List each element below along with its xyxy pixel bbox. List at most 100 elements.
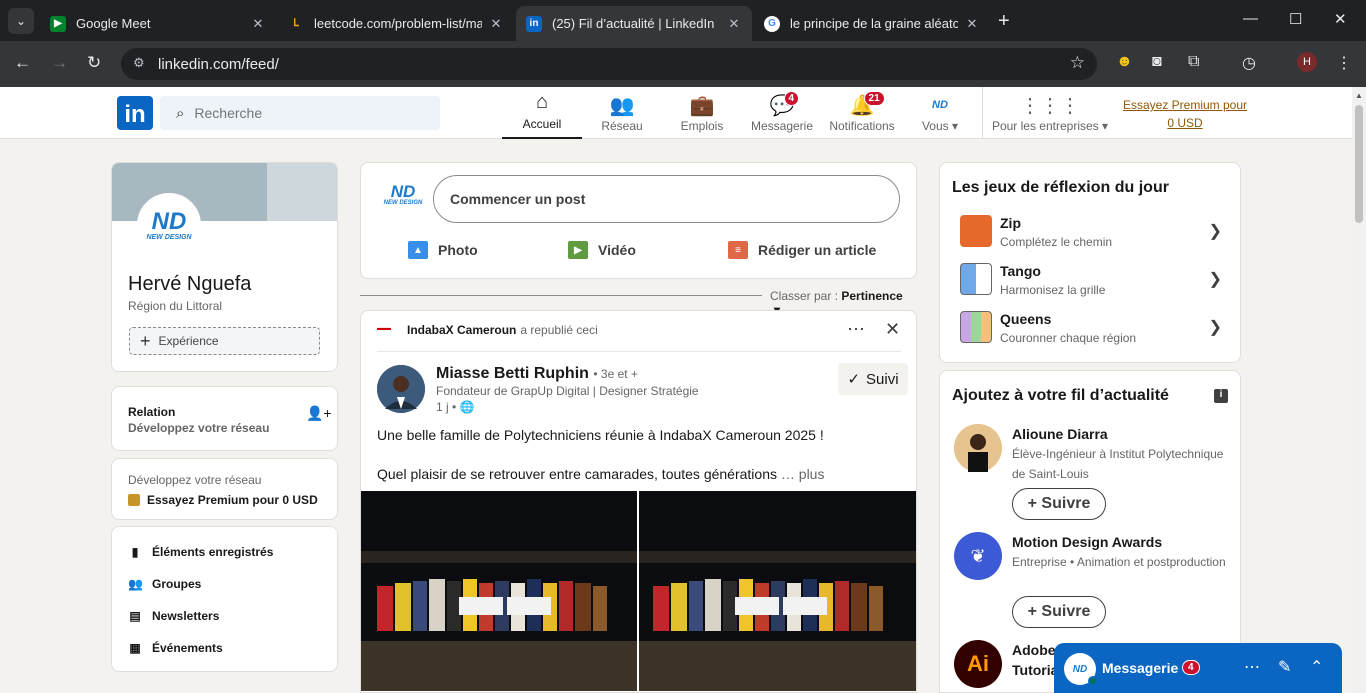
browser-toolbar: ← → ↻ ⚙ linkedin.com/feed/ ☆ ☻ ◙ ⧉ ◷ ⋮ — [0, 41, 1366, 87]
composer-avatar: ND NEW DESIGN — [383, 182, 423, 206]
groups-icon: 👥 — [128, 577, 143, 591]
compose-message-icon[interactable]: ✎ — [1278, 657, 1291, 677]
follow-button[interactable]: + Suivre — [1012, 596, 1106, 628]
chevron-down-icon: ▾ — [1102, 119, 1109, 133]
search-box[interactable]: ⌕ — [160, 96, 440, 130]
photo-button[interactable]: ▲ Photo — [408, 241, 478, 259]
see-more-link[interactable]: … plus — [781, 466, 825, 482]
tab-leetcode[interactable]: ᒪ leetcode.com/problem-list/mat ✕ — [278, 6, 514, 41]
groups-link[interactable]: 👥 Groupes — [128, 577, 201, 591]
start-post-input[interactable]: Commencer un post — [433, 175, 900, 223]
close-tab-icon[interactable]: ✕ — [250, 16, 266, 32]
maximize-icon[interactable]: ☐ — [1289, 10, 1302, 28]
motion-design-awards-logo[interactable]: ❦ — [954, 532, 1002, 580]
suggestion-avatar[interactable] — [954, 424, 1002, 472]
tab-google-meet[interactable]: ▶ Google Meet ✕ — [40, 6, 276, 41]
scrollbar-thumb[interactable] — [1355, 105, 1363, 223]
games-title: Les jeux de réflexion du jour — [952, 179, 1169, 196]
following-button[interactable]: ✓ Suivi — [838, 363, 908, 395]
chevron-right-icon: ❯ — [1208, 223, 1222, 240]
suggestion-name[interactable]: Motion Design Awards — [1012, 534, 1162, 550]
close-window-icon[interactable]: ✕ — [1334, 10, 1347, 28]
post-photo-1[interactable] — [361, 491, 637, 691]
bell-icon: 🔔 21 — [850, 91, 885, 119]
newsletter-icon: ▤ — [129, 609, 141, 623]
nav-me[interactable]: ND Vous ▾ — [902, 87, 978, 139]
nav-messaging[interactable]: 💬 4 Messagerie — [742, 87, 822, 139]
bookmark-star-icon[interactable]: ☆ — [1070, 53, 1085, 73]
relation-card[interactable]: Relation Développez votre réseau 👤+ — [111, 386, 338, 451]
newsletters-link[interactable]: ▤ Newsletters — [128, 609, 219, 623]
add-person-icon[interactable]: 👤+ — [306, 405, 332, 422]
saved-items-link[interactable]: ▮ Éléments enregistrés — [128, 545, 274, 559]
suggestion-name[interactable]: Adobe — [1012, 642, 1056, 658]
nav-home[interactable]: ⌂ Accueil — [502, 87, 582, 139]
tab-search-button[interactable]: ⌄ — [8, 8, 34, 34]
minimize-icon[interactable]: — — [1243, 10, 1258, 27]
tango-icon — [960, 263, 992, 295]
page-scrollbar[interactable]: ▲ — [1352, 87, 1366, 693]
avatar[interactable]: ND NEW DESIGN — [137, 193, 201, 257]
adobe-illustrator-logo[interactable]: Ai — [954, 640, 1002, 688]
video-button[interactable]: ▶ Vidéo — [568, 241, 636, 259]
try-premium-link[interactable]: Essayez Premium pour 0 USD — [1120, 96, 1250, 132]
profile-name[interactable]: Hervé Nguefa — [128, 273, 251, 296]
messaging-icon: 💬 4 — [770, 91, 800, 119]
back-icon[interactable]: ← — [14, 53, 31, 73]
events-link[interactable]: ▦ Événements — [128, 641, 222, 655]
add-experience-button[interactable]: + Expérience — [129, 327, 320, 355]
close-tab-icon[interactable]: ✕ — [964, 16, 980, 32]
write-article-button[interactable]: ≡ Rédiger un article — [728, 241, 876, 259]
site-info-icon[interactable]: ⚙ — [133, 55, 145, 71]
close-tab-icon[interactable]: ✕ — [726, 16, 742, 32]
extensions-puzzle-icon[interactable]: ⧉ — [1188, 53, 1199, 71]
network-icon: 👥 — [609, 95, 635, 117]
nav-jobs[interactable]: 💼 Emplois — [662, 87, 742, 139]
post-composer: ND NEW DESIGN Commencer un post ▲ Photo … — [360, 162, 917, 279]
briefcase-icon: 💼 — [689, 95, 715, 117]
leetcode-icon: ᒪ — [293, 18, 299, 29]
post-photo-2[interactable] — [639, 491, 916, 691]
nav-for-business[interactable]: ⋮⋮⋮ Pour les entreprises ▾ — [986, 87, 1114, 139]
linkedin-icon: in — [526, 15, 542, 32]
new-tab-icon[interactable]: + — [998, 10, 1010, 33]
search-input[interactable] — [194, 105, 395, 121]
chevron-up-icon[interactable]: ⌃ — [1310, 657, 1323, 677]
reload-icon[interactable]: ↻ — [87, 53, 101, 73]
browser-profile-avatar[interactable]: H — [1297, 52, 1317, 72]
forward-icon[interactable]: → — [51, 53, 68, 73]
author-name[interactable]: Miasse Betti Ruphin • 3e et + — [436, 365, 638, 383]
messaging-overlay[interactable]: ND Messagerie 4 ⋯ ✎ ⌃ — [1054, 643, 1342, 693]
game-queens[interactable]: Queens Couronner chaque région ❯ — [960, 309, 1222, 345]
tab-google-search[interactable]: G le principe de la graine aléatoire ✕ — [754, 6, 990, 41]
linkedin-header: in ⌕ ⌂ Accueil 👥 Réseau 💼 Emplois 💬4 Mes… — [0, 87, 1352, 139]
close-icon[interactable]: ✕ — [885, 319, 900, 340]
add-to-feed-title: Ajoutez à votre fil d’actualité — [952, 387, 1169, 404]
browser-menu-icon[interactable]: ⋮ — [1336, 53, 1352, 73]
author-avatar[interactable] — [377, 365, 425, 413]
more-options-icon[interactable]: ⋯ — [847, 319, 865, 340]
camera-extension-icon[interactable]: ◙ — [1152, 53, 1162, 71]
info-icon[interactable]: i — [1214, 389, 1228, 403]
linkedin-logo[interactable]: in — [117, 96, 153, 130]
bookmark-icon: ▮ — [131, 545, 139, 559]
history-icon[interactable]: ◷ — [1242, 53, 1256, 73]
messaging-label: Messagerie — [1102, 660, 1179, 676]
nav-network[interactable]: 👥 Réseau — [582, 87, 662, 139]
close-tab-icon[interactable]: ✕ — [488, 16, 504, 32]
nav-notifications[interactable]: 🔔 21 Notifications — [822, 87, 902, 139]
address-bar[interactable]: ⚙ linkedin.com/feed/ ☆ — [121, 48, 1097, 80]
premium-badge-icon — [128, 494, 140, 506]
game-zip[interactable]: Zip Complétez le chemin ❯ — [960, 213, 1222, 249]
game-tango[interactable]: Tango Harmonisez la grille ❯ — [960, 261, 1222, 297]
follow-button[interactable]: + Suivre — [1012, 488, 1106, 520]
tab-linkedin[interactable]: in (25) Fil d’actualité | LinkedIn ✕ — [516, 6, 752, 41]
extension-face-icon[interactable]: ☻ — [1116, 53, 1133, 71]
chevron-down-icon: ▾ — [952, 119, 959, 133]
premium-card[interactable]: Développez votre réseau Essayez Premium … — [111, 458, 338, 520]
suggestion-name[interactable]: Alioune Diarra — [1012, 426, 1108, 442]
profile-card: ND NEW DESIGN Hervé Nguefa Région du Lit… — [111, 162, 338, 372]
scroll-up-icon[interactable]: ▲ — [1355, 91, 1363, 100]
photo-icon: ▲ — [408, 241, 428, 259]
more-options-icon[interactable]: ⋯ — [1244, 657, 1260, 677]
